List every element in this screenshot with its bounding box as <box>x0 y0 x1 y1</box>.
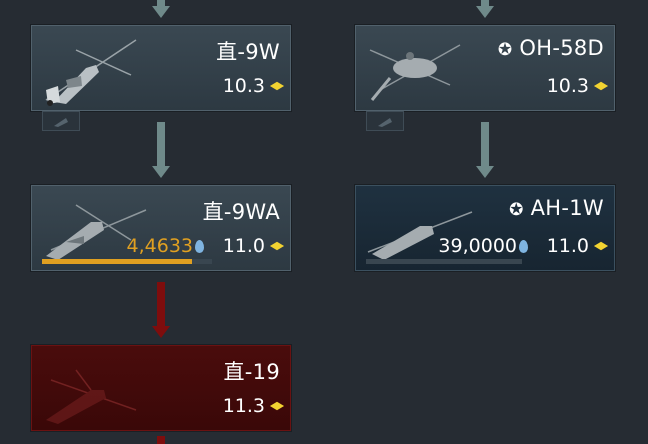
flag-icon: ✪ <box>497 40 513 60</box>
battle-rating: 10.3 <box>546 75 609 97</box>
helicopter-icon <box>378 118 392 127</box>
br-diamond-icon <box>269 241 285 251</box>
research-progress-fill <box>42 259 192 264</box>
research-progress-bar <box>366 259 522 264</box>
battle-rating: 11.3 <box>222 395 285 417</box>
vehicle-card-zhi9w[interactable]: 直-9W 10.3 <box>31 25 291 111</box>
battle-rating-value: 10.3 <box>222 75 265 97</box>
battle-rating: 10.3 <box>222 75 285 97</box>
br-diamond-icon <box>593 241 609 251</box>
battle-rating-value: 10.3 <box>546 75 589 97</box>
vehicle-name: 直-9W <box>216 40 280 64</box>
arrow-right-1-head <box>476 166 494 178</box>
battle-rating: 11.0 <box>546 235 609 257</box>
vehicle-slot-tab-right[interactable] <box>366 111 404 131</box>
br-diamond-icon <box>269 81 285 91</box>
helicopter-icon <box>367 211 473 263</box>
br-diamond-icon <box>593 81 609 91</box>
research-progress-bar <box>42 259 212 264</box>
research-points-value: 4,4633 <box>126 235 193 257</box>
arrow-top-right-head <box>476 6 494 18</box>
vehicle-name: ✪ OH-58D <box>498 36 604 60</box>
arrow-left-2-locked <box>157 282 165 326</box>
arrow-right-1 <box>481 122 489 166</box>
vehicle-card-oh58d[interactable]: ✪ OH-58D 10.3 <box>355 25 615 111</box>
arrow-top-left-head <box>152 6 170 18</box>
flag-icon: ✪ <box>509 200 524 220</box>
vehicle-card-zhi9wa[interactable]: 直-9WA 4,4633 11.0 <box>31 185 291 271</box>
research-points: 39,0000 <box>438 235 528 257</box>
battle-rating-value: 11.0 <box>222 235 265 257</box>
arrow-left-2-locked-head <box>152 326 170 338</box>
vehicle-name: 直-9WA <box>202 200 280 224</box>
vehicle-name-text: OH-58D <box>519 36 604 60</box>
helicopter-icon <box>54 118 68 127</box>
research-point-icon <box>195 239 204 253</box>
helicopter-icon <box>45 39 137 106</box>
vehicle-slot-tab-left[interactable] <box>42 111 80 131</box>
helicopter-icon <box>369 44 461 101</box>
arrow-left-1-head <box>152 166 170 178</box>
helicopter-icon <box>46 204 147 260</box>
vehicle-name: 直-19 <box>223 360 280 384</box>
research-points-value: 39,0000 <box>438 235 517 257</box>
battle-rating-value: 11.0 <box>546 235 589 257</box>
research-points: 4,4633 <box>127 235 204 257</box>
battle-rating-value: 11.3 <box>222 395 265 417</box>
research-point-icon <box>519 239 528 253</box>
battle-rating: 11.0 <box>222 235 285 257</box>
br-diamond-icon <box>269 401 285 411</box>
vehicle-name-text: AH-1W <box>530 196 604 220</box>
vehicle-card-ah1w[interactable]: ✪ AH-1W 39,0000 11.0 <box>355 185 615 271</box>
helicopter-icon <box>46 369 137 424</box>
vehicle-name: ✪ AH-1W <box>509 196 604 220</box>
vehicle-card-zhi19[interactable]: 直-19 11.3 <box>31 345 291 431</box>
arrow-left-3-locked <box>157 436 165 444</box>
arrow-left-1 <box>157 122 165 166</box>
